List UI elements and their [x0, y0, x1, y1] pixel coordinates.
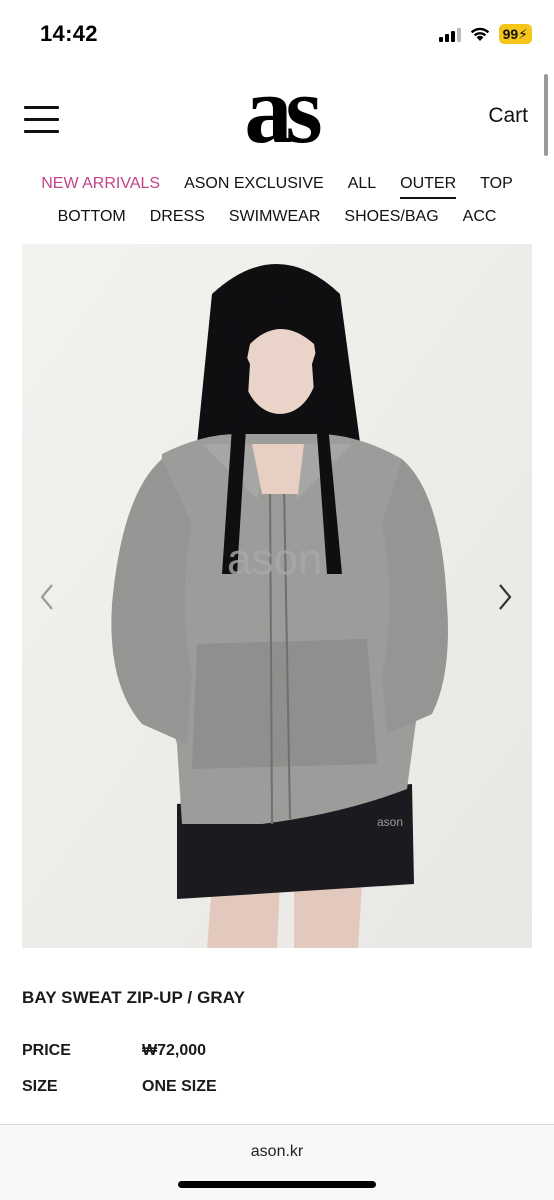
product-photo[interactable]: ason ason: [22, 244, 532, 948]
battery-level: 99: [502, 26, 519, 42]
previous-image-chevron-icon[interactable]: [36, 580, 60, 614]
next-image-chevron-icon[interactable]: [494, 580, 518, 614]
nav-top[interactable]: TOP: [480, 175, 513, 193]
browser-address-bar: ason.kr: [0, 1124, 554, 1200]
home-indicator[interactable]: [178, 1181, 376, 1188]
cart-link[interactable]: Cart: [488, 104, 528, 128]
svg-text:ason: ason: [377, 815, 403, 829]
nav-outer[interactable]: OUTER: [400, 175, 457, 199]
url-text[interactable]: ason.kr: [0, 1143, 554, 1161]
battery-indicator: 99⚡: [498, 24, 532, 44]
nav-dress[interactable]: DRESS: [150, 208, 205, 226]
charging-bolt-icon: ⚡: [518, 26, 528, 42]
product-title: BAY SWEAT ZIP-UP / GRAY: [22, 988, 246, 1007]
product-photo-illustration: ason ason: [22, 244, 532, 948]
brand-logo[interactable]: as: [200, 62, 360, 162]
price-row: PRICE ₩72,000: [22, 1042, 206, 1060]
size-value: ONE SIZE: [142, 1078, 217, 1095]
category-nav-row-1: NEW ARRIVALS ASON EXCLUSIVE ALL OUTER TO…: [0, 175, 554, 199]
page: 14:42 99⚡ as Cart NEW ARRIVALS ASON EXCL…: [0, 0, 554, 1200]
price-label: PRICE: [22, 1042, 71, 1059]
status-icons: 99⚡: [438, 24, 532, 44]
status-time: 14:42: [40, 21, 98, 46]
cellular-signal-icon: [438, 26, 461, 42]
hamburger-menu-icon[interactable]: [24, 106, 60, 134]
wifi-icon: [470, 27, 489, 41]
nav-swimwear[interactable]: SWIMWEAR: [229, 208, 321, 226]
nav-bottom[interactable]: BOTTOM: [58, 208, 126, 226]
nav-shoes-bag[interactable]: SHOES/BAG: [344, 208, 438, 226]
nav-all[interactable]: ALL: [348, 175, 376, 193]
nav-acc[interactable]: ACC: [463, 208, 497, 226]
size-label: SIZE: [22, 1078, 58, 1095]
scroll-indicator[interactable]: [544, 74, 548, 156]
size-row: SIZE ONE SIZE: [22, 1078, 217, 1096]
nav-new-arrivals[interactable]: NEW ARRIVALS: [41, 175, 160, 193]
category-nav-row-2: BOTTOM DRESS SWIMWEAR SHOES/BAG ACC: [0, 208, 554, 226]
price-value: ₩72,000: [142, 1042, 207, 1059]
svg-text:ason: ason: [227, 535, 322, 584]
nav-ason-exclusive[interactable]: ASON EXCLUSIVE: [184, 175, 324, 193]
